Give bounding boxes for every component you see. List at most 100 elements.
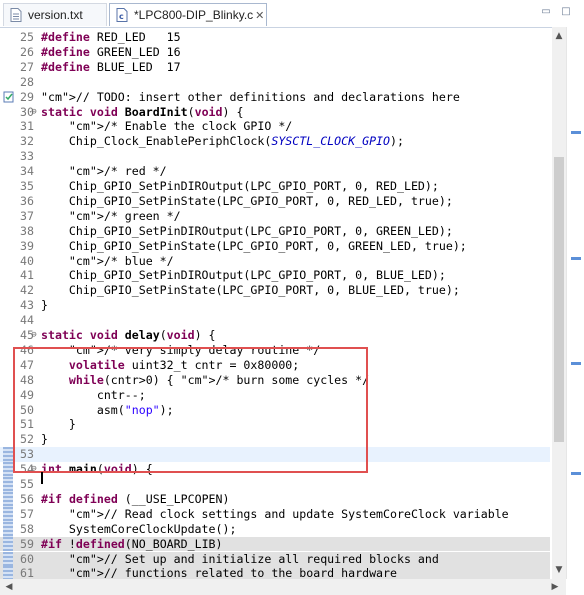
code-line[interactable]: 34 "cm">/* red */ (0, 164, 550, 179)
overview-marker[interactable] (571, 257, 581, 260)
code-text: "cm">/* green */ (68, 208, 181, 223)
scroll-up-icon[interactable]: ▲ (552, 29, 566, 43)
task-marker-icon[interactable] (3, 90, 14, 105)
code-text: "cm">/* Enable the clock GPIO */ (68, 119, 293, 134)
code-line[interactable]: 47 volatile uint32_t cntr = 0x80000; (0, 358, 550, 373)
change-marker (3, 521, 13, 537)
code-line[interactable]: 30 ⊖ static void BoardInit(void) { (0, 105, 550, 120)
code-text: Chip_GPIO_SetPinState(LPC_GPIO_PORT, 0, … (41, 283, 460, 298)
tab-lpc800-dip-blinky-c[interactable]: c *LPC800-DIP_Blinky.c ✕ (109, 3, 267, 26)
line-number: 52 (20, 432, 34, 447)
minimize-icon[interactable]: ▭ (540, 6, 552, 18)
line-number: 28 (20, 74, 34, 89)
maximize-icon[interactable]: □ (560, 6, 572, 18)
line-number: 25 (20, 30, 34, 44)
line-number: 55 (20, 477, 34, 491)
code-line[interactable]: 39 Chip_GPIO_SetPinState(LPC_GPIO_PORT, … (0, 239, 550, 254)
code-line[interactable]: 32 Chip_Clock_EnablePeriphClock(SYSCTL_C… (0, 134, 550, 149)
code-line[interactable]: 37 "cm">/* green */ (0, 209, 550, 224)
line-number: 42 (20, 283, 34, 298)
line-number: 33 (20, 149, 34, 164)
change-marker (3, 447, 13, 463)
code-line[interactable]: 28 (0, 75, 550, 90)
line-number: 49 (20, 387, 34, 402)
code-text: } (41, 298, 48, 313)
change-marker (3, 477, 13, 492)
overview-marker[interactable] (571, 472, 581, 475)
scroll-down-icon[interactable]: ▼ (552, 563, 566, 577)
code-text: asm("nop"); (41, 402, 174, 417)
code-text: Chip_GPIO_SetPinDIROutput(LPC_GPIO_PORT,… (41, 268, 446, 283)
line-number: 40 (20, 253, 34, 268)
code-line[interactable]: 56 #if defined (__USE_LPCOPEN) (0, 491, 550, 507)
line-number: 27 (20, 59, 34, 74)
code-line[interactable]: 33 (0, 149, 550, 164)
code-line[interactable]: 29 "cm">// TODO: insert other definitions… (0, 90, 550, 105)
code-line[interactable]: 52} (0, 432, 550, 447)
code-line[interactable]: 59 #if !defined(NO_BOARD_LIB) (0, 536, 550, 552)
code-line[interactable]: 40 "cm">/* blue */ (0, 254, 550, 269)
code-line[interactable]: 38 Chip_GPIO_SetPinDIROutput(LPC_GPIO_PO… (0, 224, 550, 239)
scroll-left-icon[interactable]: ◀ (2, 580, 16, 594)
code-line[interactable]: 36 Chip_GPIO_SetPinState(LPC_GPIO_PORT, … (0, 194, 550, 209)
code-text: "cm">// functions related to the board h… (68, 566, 397, 579)
code-line[interactable]: 58 SystemCoreClockUpdate(); (0, 521, 550, 537)
code-line[interactable]: 26 #define GREEN_LED 16 (0, 45, 550, 60)
line-number: 56 (20, 491, 34, 506)
scroll-right-icon[interactable]: ▶ (548, 580, 562, 594)
change-marker (3, 491, 13, 507)
code-line[interactable]: 61 "cm">// functions related to the boar… (0, 566, 550, 579)
close-tab-icon[interactable]: ✕ (253, 9, 266, 22)
code-text: while(cntr>0) { "cm">/* burn some cycles… (68, 372, 370, 387)
code-line[interactable]: 25 #define RED_LED 15 (0, 30, 550, 45)
code-line[interactable]: 27 #define BLUE_LED 17 (0, 60, 550, 75)
code-text: SystemCoreClockUpdate(); (41, 521, 237, 536)
code-text: Chip_GPIO_SetPinState(LPC_GPIO_PORT, 0, … (41, 238, 467, 253)
horizontal-scrollbar[interactable]: ◀ ▶ (0, 579, 566, 595)
code-text: volatile uint32_t cntr = 0x80000; (68, 357, 300, 372)
line-number: 60 (20, 551, 34, 566)
line-number: 51 (20, 417, 34, 432)
change-marker (3, 551, 13, 567)
code-line[interactable]: 50 asm("nop"); (0, 403, 550, 418)
fold-toggle-icon[interactable]: ⊖ (30, 328, 38, 343)
code-line[interactable]: 51 } (0, 417, 550, 432)
code-line[interactable]: 48 while(cntr>0) { "cm">/* burn some cyc… (0, 373, 550, 388)
code-text: "cm">/* very simply delay routine */ (68, 342, 321, 357)
vertical-scrollbar[interactable]: ▲ ▼ (552, 27, 566, 579)
code-line[interactable]: 44 (0, 313, 550, 328)
code-line[interactable]: 60 "cm">// Set up and initialize all req… (0, 551, 550, 567)
code-line[interactable]: 42 Chip_GPIO_SetPinState(LPC_GPIO_PORT, … (0, 283, 550, 298)
code-line[interactable]: 55 (0, 477, 550, 492)
code-text: cntr--; (41, 387, 146, 402)
code-line[interactable]: 49 cntr--; (0, 388, 550, 403)
change-marker (3, 536, 13, 552)
line-number: 53 (20, 447, 34, 462)
line-number: 37 (20, 208, 34, 223)
code-line[interactable]: 46 "cm">/* very simply delay routine */ (0, 343, 550, 358)
line-number: 34 (20, 164, 34, 179)
code-line[interactable]: 35 Chip_GPIO_SetPinDIROutput(LPC_GPIO_PO… (0, 179, 550, 194)
code-line[interactable]: 31 "cm">/* Enable the clock GPIO */ (0, 119, 550, 134)
code-text: } (41, 432, 48, 447)
line-number: 26 (20, 44, 34, 59)
code-line[interactable]: 45 ⊖ static void delay(void) { (0, 328, 550, 343)
code-line[interactable]: 57 "cm">// Read clock settings and updat… (0, 506, 550, 522)
code-line[interactable]: 53 (0, 447, 550, 463)
code-line[interactable]: 43} (0, 298, 550, 313)
tab-version-txt[interactable]: version.txt (3, 3, 107, 26)
overview-ruler (566, 27, 584, 579)
code-line[interactable]: 54 ⊖ int main(void) { (0, 462, 550, 477)
overview-marker[interactable] (571, 131, 581, 134)
fold-toggle-icon[interactable]: ⊖ (30, 105, 38, 120)
line-number: 50 (20, 402, 34, 417)
code-editor[interactable]: 25 #define RED_LED 15 26 #define GREEN_LED … (0, 27, 566, 579)
line-number: 41 (20, 268, 34, 283)
change-marker (3, 566, 13, 579)
fold-toggle-icon[interactable]: ⊖ (30, 462, 38, 477)
line-number: 35 (20, 179, 34, 193)
code-text: int main(void) { (41, 462, 153, 477)
code-line[interactable]: 41 Chip_GPIO_SetPinDIROutput(LPC_GPIO_PO… (0, 268, 550, 283)
scroll-thumb[interactable] (554, 157, 564, 442)
overview-marker[interactable] (571, 362, 581, 365)
